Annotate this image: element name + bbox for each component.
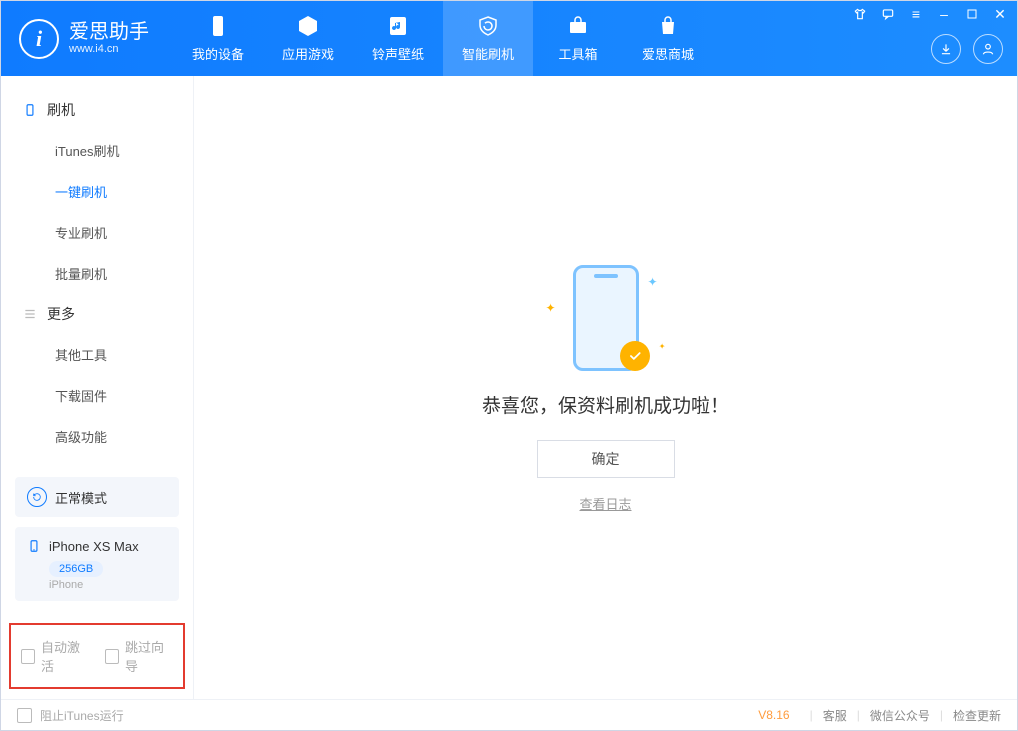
main-content: ✦ ✦ ✦ 恭喜您，保资料刷机成功啦！ 确定 查看日志: [194, 76, 1017, 699]
version-label: V8.16: [758, 708, 789, 722]
bag-icon: [656, 14, 680, 38]
tab-label: 铃声壁纸: [372, 44, 424, 63]
success-illustration: ✦ ✦ ✦: [526, 263, 686, 373]
cube-icon: [296, 14, 320, 38]
checkbox-icon[interactable]: [105, 649, 119, 664]
mode-label: 正常模式: [55, 488, 107, 507]
device-icon: [206, 14, 230, 38]
music-icon: [386, 14, 410, 38]
mode-card[interactable]: 正常模式: [15, 477, 179, 517]
titlebar-right-icons: [931, 34, 1003, 64]
minimize-icon[interactable]: –: [935, 5, 953, 23]
app-window: i 爱思助手 www.i4.cn 我的设备 应用游戏 铃声壁纸 智能刷机: [0, 0, 1018, 731]
tab-smart-flash[interactable]: 智能刷机: [443, 1, 533, 76]
phone-icon: [23, 103, 37, 117]
section-title: 刷机: [47, 100, 75, 120]
footer: 阻止iTunes运行 V8.16 | 客服 | 微信公众号 | 检查更新: [1, 699, 1017, 730]
device-name: iPhone XS Max: [49, 539, 139, 554]
brand-title: 爱思助手: [69, 21, 149, 43]
opt-label: 自动激活: [41, 637, 89, 675]
device-type: iPhone: [49, 579, 167, 591]
titlebar: i 爱思助手 www.i4.cn 我的设备 应用游戏 铃声壁纸 智能刷机: [1, 1, 1017, 76]
tab-toolbox[interactable]: 工具箱: [533, 1, 623, 76]
sidebar-item-oneclick-flash[interactable]: 一键刷机: [1, 171, 193, 212]
sidebar-section-more[interactable]: 更多: [1, 294, 193, 334]
sidebar-item-itunes-flash[interactable]: iTunes刷机: [1, 130, 193, 171]
menu-icon[interactable]: ≡: [907, 5, 925, 23]
maximize-icon[interactable]: [963, 5, 981, 23]
opt-label: 跳过向导: [125, 637, 173, 675]
checkbox-icon[interactable]: [21, 649, 35, 664]
tab-label: 智能刷机: [462, 44, 514, 63]
refresh-shield-icon: [476, 14, 500, 38]
refresh-icon: [27, 487, 47, 507]
tab-ringtone[interactable]: 铃声壁纸: [353, 1, 443, 76]
tab-label: 工具箱: [558, 44, 597, 63]
sidebar-item-batch-flash[interactable]: 批量刷机: [1, 253, 193, 294]
tab-label: 爱思商城: [642, 44, 694, 63]
feedback-icon[interactable]: [879, 5, 897, 23]
view-log-link[interactable]: 查看日志: [579, 494, 631, 513]
section-title: 更多: [47, 304, 75, 324]
tab-store[interactable]: 爱思商城: [623, 1, 713, 76]
shirt-icon[interactable]: [851, 5, 869, 23]
sparkle-icon: ✦: [659, 342, 666, 351]
footer-support[interactable]: 客服: [823, 707, 847, 724]
opt-skip-guide[interactable]: 跳过向导: [105, 637, 173, 675]
tab-my-device[interactable]: 我的设备: [173, 1, 263, 76]
sidebar-item-advanced[interactable]: 高级功能: [1, 416, 193, 457]
sidebar-item-pro-flash[interactable]: 专业刷机: [1, 212, 193, 253]
download-icon[interactable]: [931, 34, 961, 64]
user-icon[interactable]: [973, 34, 1003, 64]
toolbox-icon: [566, 14, 590, 38]
check-badge-icon: [620, 341, 650, 371]
sparkle-icon: ✦: [647, 275, 657, 289]
sidebar-item-other-tools[interactable]: 其他工具: [1, 334, 193, 375]
list-icon: [23, 307, 37, 321]
tab-label: 应用游戏: [282, 44, 334, 63]
tab-apps[interactable]: 应用游戏: [263, 1, 353, 76]
checkbox-icon[interactable]: [17, 708, 32, 723]
brand: i 爱思助手 www.i4.cn: [1, 1, 173, 76]
ok-button[interactable]: 确定: [537, 440, 675, 478]
brand-logo-icon: i: [19, 19, 59, 59]
brand-sub: www.i4.cn: [69, 43, 149, 55]
tab-label: 我的设备: [192, 44, 244, 63]
footer-block-itunes[interactable]: 阻止iTunes运行: [40, 707, 124, 724]
window-controls: ≡ – ✕: [851, 5, 1009, 23]
sparkle-icon: ✦: [546, 301, 556, 315]
footer-update[interactable]: 检查更新: [953, 707, 1001, 724]
success-message: 恭喜您，保资料刷机成功啦！: [482, 391, 729, 418]
close-icon[interactable]: ✕: [991, 5, 1009, 23]
sidebar-section-flash[interactable]: 刷机: [1, 90, 193, 130]
phone-icon: [27, 537, 41, 555]
nav-tabs: 我的设备 应用游戏 铃声壁纸 智能刷机 工具箱 爱思商城: [173, 1, 713, 76]
device-capacity: 256GB: [49, 561, 103, 577]
sidebar-item-download-firmware[interactable]: 下载固件: [1, 375, 193, 416]
device-card[interactable]: iPhone XS Max 256GB iPhone: [15, 527, 179, 601]
opt-auto-activate[interactable]: 自动激活: [21, 637, 89, 675]
sidebar: 刷机 iTunes刷机 一键刷机 专业刷机 批量刷机 更多 其他工具 下载固件 …: [1, 76, 194, 699]
footer-wechat[interactable]: 微信公众号: [870, 707, 930, 724]
highlighted-options: 自动激活 跳过向导: [9, 623, 185, 689]
